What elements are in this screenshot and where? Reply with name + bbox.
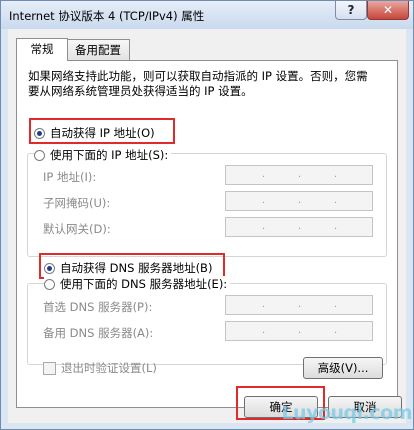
close-button[interactable]: ✕	[367, 1, 409, 20]
alternate-dns-label: 备用 DNS 服务器(A):	[43, 326, 154, 340]
manual-ip-radio[interactable]: 使用下面的 IP 地址(S):	[34, 147, 172, 163]
dialog-window: Internet 协议版本 4 (TCP/IPv4) 属性 ? ✕ 常规 备用配…	[0, 0, 414, 430]
default-gateway-field: ...	[225, 217, 373, 237]
site-watermark: Luyouqi.com	[281, 402, 412, 424]
title-bar[interactable]: Internet 协议版本 4 (TCP/IPv4) 属性 ? ✕	[1, 1, 413, 29]
tab-alternate-config[interactable]: 备用配置	[66, 39, 130, 60]
default-gateway-label: 默认网关(D):	[43, 222, 111, 236]
window-title: Internet 协议版本 4 (TCP/IPv4) 属性	[9, 9, 205, 23]
advanced-button[interactable]: 高级(V)...	[303, 357, 383, 379]
subnet-mask-label: 子网掩码(U):	[43, 196, 111, 210]
checkbox-icon	[43, 361, 56, 375]
ip-address-label: IP 地址(I):	[43, 170, 97, 184]
subnet-mask-field: ...	[225, 191, 373, 211]
manual-dns-radio[interactable]: 使用下面的 DNS 服务器地址(E):	[44, 276, 231, 292]
ip-address-field: ...	[225, 165, 373, 185]
validate-settings-checkbox[interactable]: 退出时验证设置(L)	[43, 360, 157, 376]
description-text: 如果网络支持此功能，则可以获取自动指派的 IP 设置。否则，您需要从网络系统管理…	[28, 69, 368, 98]
manual-ip-label: 使用下面的 IP 地址(S):	[50, 148, 169, 162]
help-button[interactable]: ?	[335, 1, 367, 20]
preferred-dns-field: ...	[225, 295, 373, 315]
dialog-client-area: 常规 备用配置 如果网络支持此功能，则可以获取自动指派的 IP 设置。否则，您需…	[8, 29, 406, 423]
highlight-auto-ip	[29, 118, 175, 144]
radio-unselected-icon	[34, 149, 45, 161]
radio-unselected-icon	[44, 278, 55, 290]
alternate-dns-field: ...	[225, 321, 373, 341]
general-tab-panel: 如果网络支持此功能，则可以获取自动指派的 IP 设置。否则，您需要从网络系统管理…	[16, 60, 398, 408]
tab-general[interactable]: 常规	[16, 38, 68, 61]
manual-dns-label: 使用下面的 DNS 服务器地址(E):	[60, 277, 228, 291]
validate-settings-label: 退出时验证设置(L)	[61, 361, 157, 375]
preferred-dns-label: 首选 DNS 服务器(P):	[43, 300, 153, 314]
